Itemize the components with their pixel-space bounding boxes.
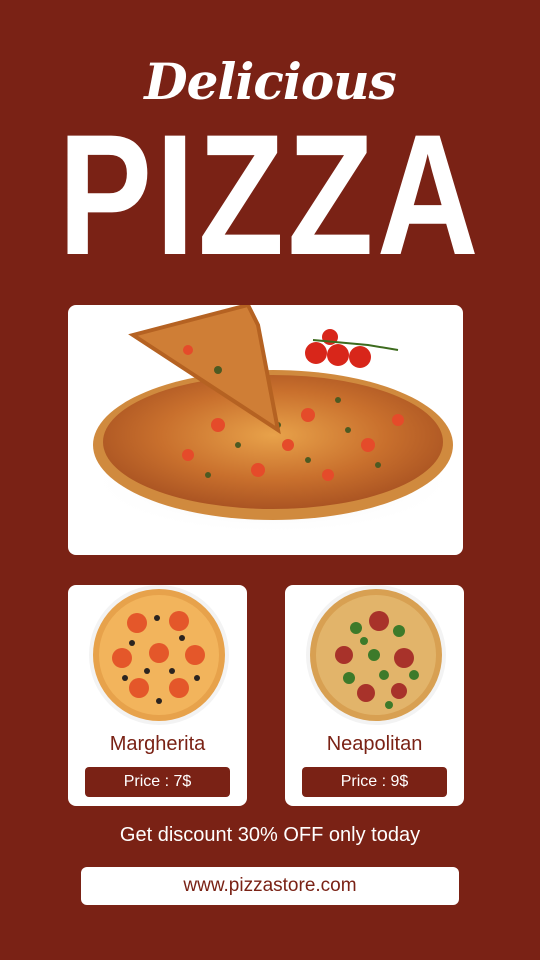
- neapolitan-pizza-image: [306, 585, 446, 725]
- price-badge[interactable]: Price : 9$: [302, 767, 447, 797]
- pizza-title: PIZZA: [58, 99, 482, 291]
- margherita-pizza-image: [89, 585, 229, 725]
- website-link[interactable]: www.pizzastore.com: [81, 867, 459, 905]
- discount-text: Get discount 30% OFF only today: [119, 824, 421, 846]
- price-badge[interactable]: Price : 7$: [85, 767, 230, 797]
- hero-pizza-image: [88, 305, 458, 535]
- menu-card-neapolitan[interactable]: Neapolitan Price : 9$: [285, 585, 464, 806]
- menu-card-margherita[interactable]: Margherita Price : 7$: [68, 585, 247, 806]
- item-name: Neapolitan: [326, 733, 423, 755]
- item-name: Margherita: [109, 733, 206, 755]
- hero-pizza-card: [68, 305, 463, 555]
